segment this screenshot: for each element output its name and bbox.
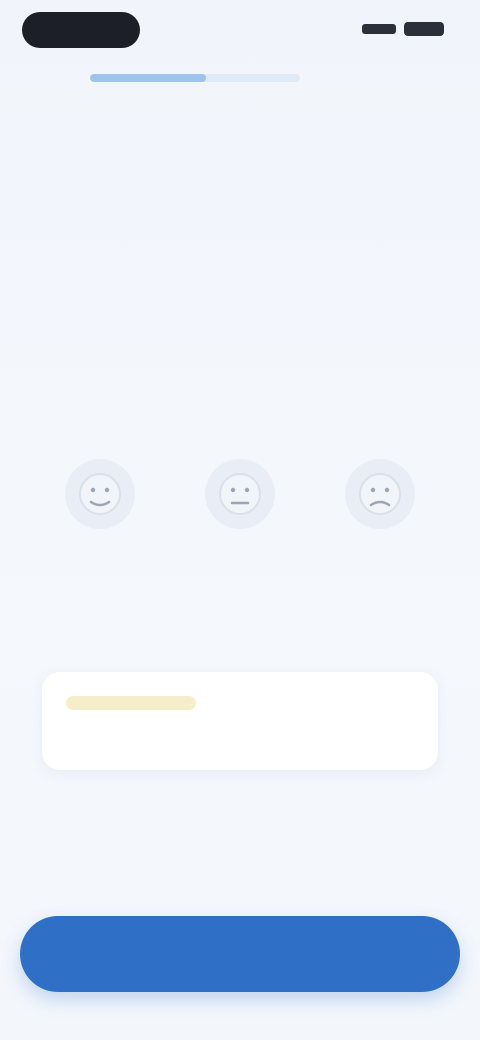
progress-fill xyxy=(90,74,206,82)
answer-option-3[interactable] xyxy=(320,440,440,560)
answer-option-1[interactable] xyxy=(40,440,160,560)
tip-card xyxy=(42,672,438,770)
answer-option-2[interactable] xyxy=(180,440,300,560)
continue-button[interactable] xyxy=(20,916,460,992)
status-bar-indicators xyxy=(362,22,444,36)
progress-bar xyxy=(90,74,300,82)
skip-button[interactable] xyxy=(414,68,444,84)
tip-highlight xyxy=(66,696,196,710)
face-icon xyxy=(205,459,275,529)
face-icon xyxy=(65,459,135,529)
face-icon xyxy=(345,459,415,529)
signal-icon xyxy=(362,24,396,34)
status-bar-time-pill xyxy=(22,12,140,48)
battery-icon xyxy=(404,22,444,36)
answer-options xyxy=(40,440,440,560)
